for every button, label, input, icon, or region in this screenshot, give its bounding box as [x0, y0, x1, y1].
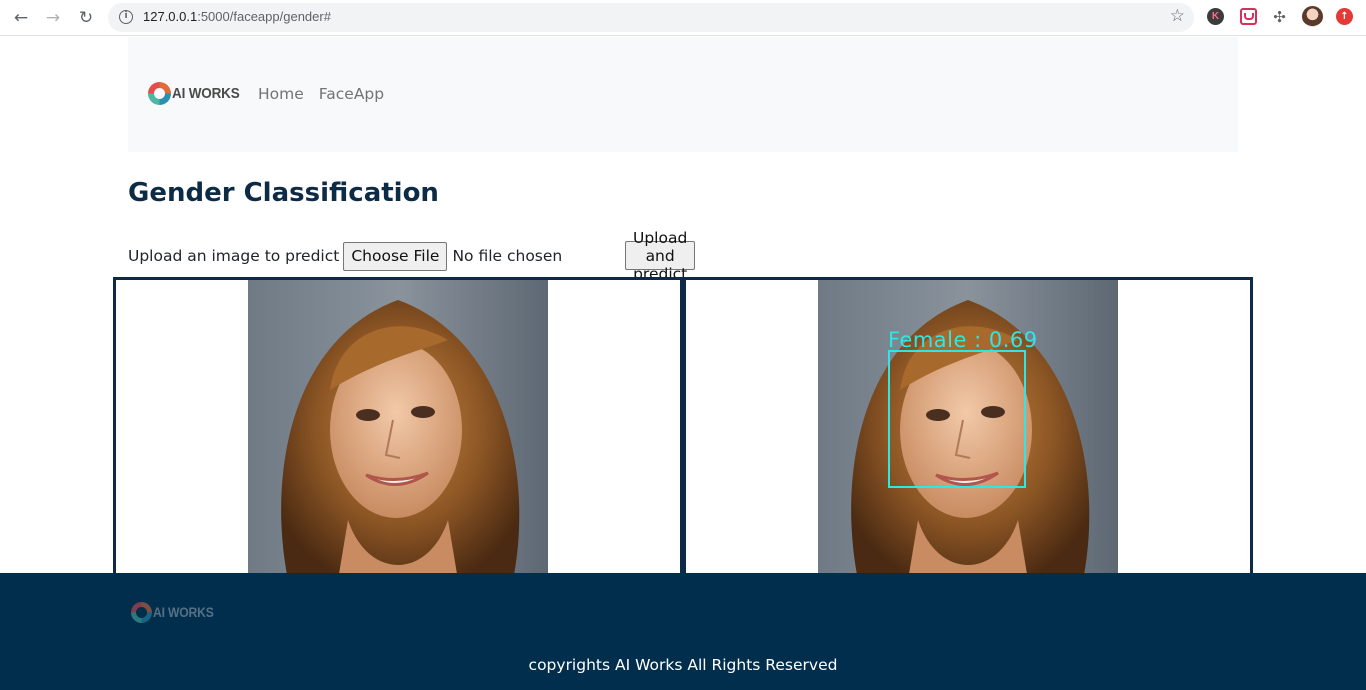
prediction-photo: Female : 0.69	[818, 280, 1118, 573]
footer-copyright: copyrights AI Works All Rights Reserved	[528, 656, 838, 674]
url-host: 127.0.0.1	[143, 9, 198, 24]
forward-arrow-icon[interactable]: →	[42, 7, 64, 29]
reload-icon[interactable]: ↻	[75, 7, 97, 29]
choose-file-button[interactable]: Choose File	[343, 241, 448, 271]
navbar: AI WORKS Home FaceApp	[128, 37, 1238, 152]
nav-link-home[interactable]: Home	[258, 85, 304, 103]
nav-link-faceapp[interactable]: FaceApp	[319, 85, 384, 103]
upload-label: Upload an image to predict	[128, 247, 340, 265]
footer-brand-text: AI WORKS	[153, 605, 214, 620]
url-text[interactable]: 127.0.0.1:5000/faceapp/gender#	[143, 9, 331, 24]
pocket-icon[interactable]	[1240, 8, 1257, 25]
puzzle-icon[interactable]: ✣	[1271, 8, 1288, 26]
profile-avatar-icon[interactable]	[1302, 6, 1323, 27]
back-arrow-icon[interactable]: ←	[10, 7, 32, 29]
prediction-label: Female : 0.69	[888, 328, 1038, 352]
prediction-image-panel: Female : 0.69	[683, 277, 1253, 573]
update-icon[interactable]: ↑	[1336, 8, 1353, 25]
footer-brand-logo: AI WORKS	[131, 602, 220, 623]
page-title: Gender Classification	[128, 178, 439, 208]
star-icon[interactable]: ☆	[1170, 6, 1185, 26]
footer: AI WORKS copyrights AI Works All Rights …	[0, 573, 1366, 690]
upload-predict-button[interactable]: Upload and predict	[625, 229, 696, 283]
original-photo	[248, 280, 548, 573]
logo-ring-icon	[148, 82, 171, 105]
info-icon[interactable]: i	[119, 10, 133, 24]
extension-k-icon[interactable]: K	[1207, 8, 1224, 25]
file-status: No file chosen	[452, 247, 563, 265]
browser-toolbar: ← → ↻ i 127.0.0.1:5000/faceapp/gender# ☆…	[0, 0, 1366, 36]
nav-links: Home FaceApp	[258, 85, 384, 103]
brand-text: AI WORKS	[172, 85, 240, 102]
original-image-panel	[113, 277, 683, 573]
face-bounding-box	[888, 350, 1026, 488]
address-bar[interactable]: i 127.0.0.1:5000/faceapp/gender# ☆	[108, 3, 1194, 32]
upload-form: Upload an image to predict Choose File N…	[128, 229, 696, 283]
url-path: :5000/faceapp/gender#	[197, 9, 331, 24]
brand-logo[interactable]: AI WORKS	[148, 82, 247, 105]
footer-logo-ring-icon	[131, 602, 152, 623]
